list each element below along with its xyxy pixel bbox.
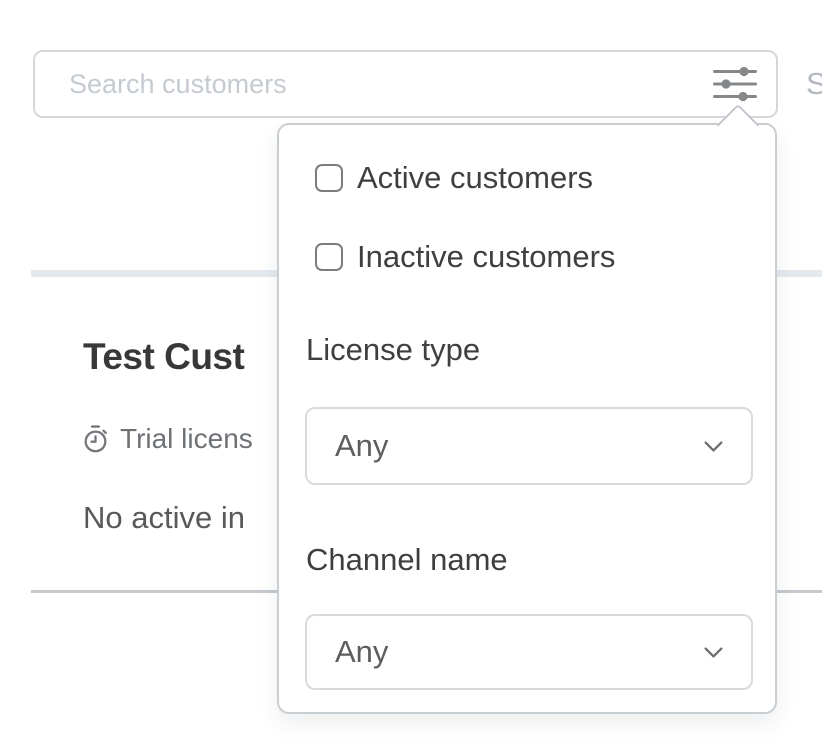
active-customers-checkbox[interactable]: [315, 164, 343, 192]
filter-button[interactable]: [712, 52, 776, 116]
inactive-customers-checkbox[interactable]: [315, 243, 343, 271]
chevron-down-icon: [700, 433, 727, 460]
filter-popover: Active customers Inactive customers Lice…: [277, 123, 777, 714]
channel-name-label: Channel name: [306, 542, 508, 578]
license-badge-label: Trial licens: [120, 423, 253, 455]
license-type-selected-value: Any: [307, 428, 700, 464]
license-type-select[interactable]: Any: [305, 407, 753, 485]
checkbox-label: Inactive customers: [357, 239, 615, 275]
sort-partial-label: S: [806, 66, 822, 102]
channel-name-select[interactable]: Any: [305, 614, 753, 690]
inactive-customers-option[interactable]: Inactive customers: [315, 240, 615, 274]
active-customers-option[interactable]: Active customers: [315, 161, 593, 195]
timer-icon: [80, 424, 111, 455]
checkbox-label: Active customers: [357, 160, 593, 196]
license-badge: Trial licens: [80, 423, 253, 455]
license-type-label: License type: [306, 332, 480, 368]
search-input[interactable]: [35, 52, 712, 116]
channel-name-selected-value: Any: [307, 634, 700, 670]
chevron-down-icon: [700, 639, 727, 666]
search-bar: [33, 50, 778, 118]
sliders-filter-icon: [713, 65, 757, 103]
customer-card-title: Test Cust: [83, 336, 244, 378]
customer-status-text: No active in: [83, 500, 245, 536]
